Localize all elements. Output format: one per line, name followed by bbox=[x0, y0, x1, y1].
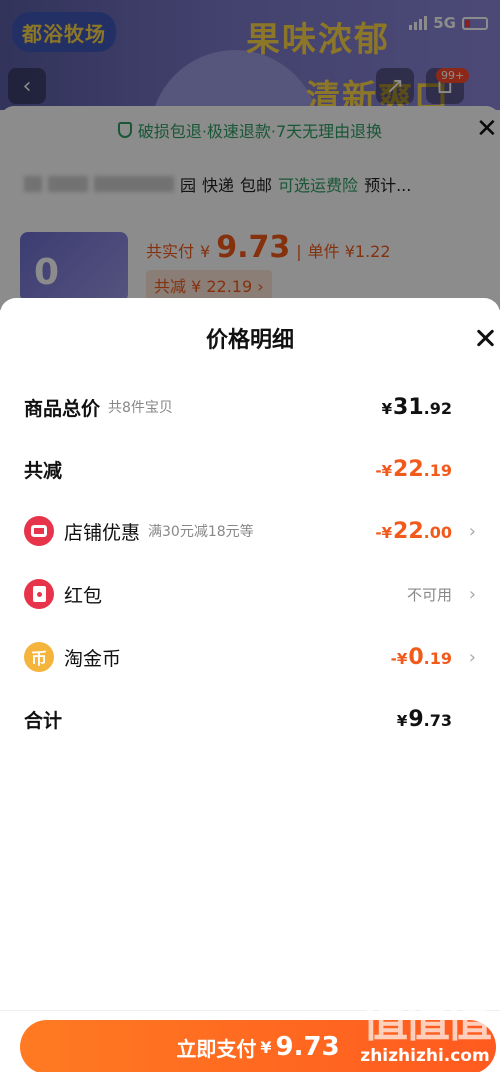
row-label: 共减 bbox=[24, 459, 63, 482]
watermark: 值值值 zhizhizhi.com bbox=[350, 994, 500, 1066]
row-value: -¥ 0.19 bbox=[390, 644, 452, 670]
row-label: 合计 bbox=[24, 709, 63, 732]
close-icon[interactable] bbox=[472, 326, 498, 352]
row-red-packet[interactable]: 红包 不可用 › bbox=[24, 574, 476, 614]
row-grand-total: 合计 ¥9.73 bbox=[24, 699, 476, 739]
pay-button-label: 立即支付 bbox=[176, 1036, 257, 1061]
row-status: 不可用 bbox=[406, 585, 452, 604]
row-label: 店铺优惠 bbox=[64, 521, 141, 544]
sheet-title: 价格明细 bbox=[205, 328, 294, 353]
row-subtotal: 商品总价 共8件宝贝 ¥31.92 bbox=[24, 387, 476, 427]
row-value: ¥31.92 bbox=[381, 394, 452, 420]
row-label: 商品总价 bbox=[24, 397, 101, 420]
watermark-url: zhizhizhi.com bbox=[360, 1046, 490, 1066]
shop-icon bbox=[24, 516, 54, 546]
chevron-right-icon: › bbox=[468, 520, 476, 542]
row-value: -¥ 22.19 bbox=[375, 456, 452, 482]
coin-icon: 币 bbox=[24, 642, 54, 672]
chevron-right-icon: › bbox=[468, 583, 476, 605]
row-total-discount: 共减 -¥ 22.19 bbox=[24, 449, 476, 489]
row-taojinbi[interactable]: 币 淘金币 -¥ 0.19 › bbox=[24, 637, 476, 677]
pay-button-amount: 9.73 bbox=[275, 1032, 340, 1062]
red-packet-icon bbox=[24, 579, 54, 609]
row-label: 红包 bbox=[64, 584, 103, 607]
chevron-right-icon: › bbox=[468, 646, 476, 668]
row-sub: 满30元减18元等 bbox=[148, 524, 254, 540]
row-label: 淘金币 bbox=[64, 647, 122, 670]
row-value: ¥9.73 bbox=[396, 706, 452, 732]
row-shop-discount[interactable]: 店铺优惠 满30元减18元等 -¥ 22.00 › bbox=[24, 511, 476, 551]
dim-overlay[interactable] bbox=[0, 0, 500, 310]
watermark-logo: 值值值 bbox=[362, 993, 492, 1047]
pay-button-yen: ¥ bbox=[260, 1037, 272, 1057]
row-sub: 共8件宝贝 bbox=[108, 400, 173, 416]
row-value: -¥ 22.00 bbox=[375, 518, 452, 544]
